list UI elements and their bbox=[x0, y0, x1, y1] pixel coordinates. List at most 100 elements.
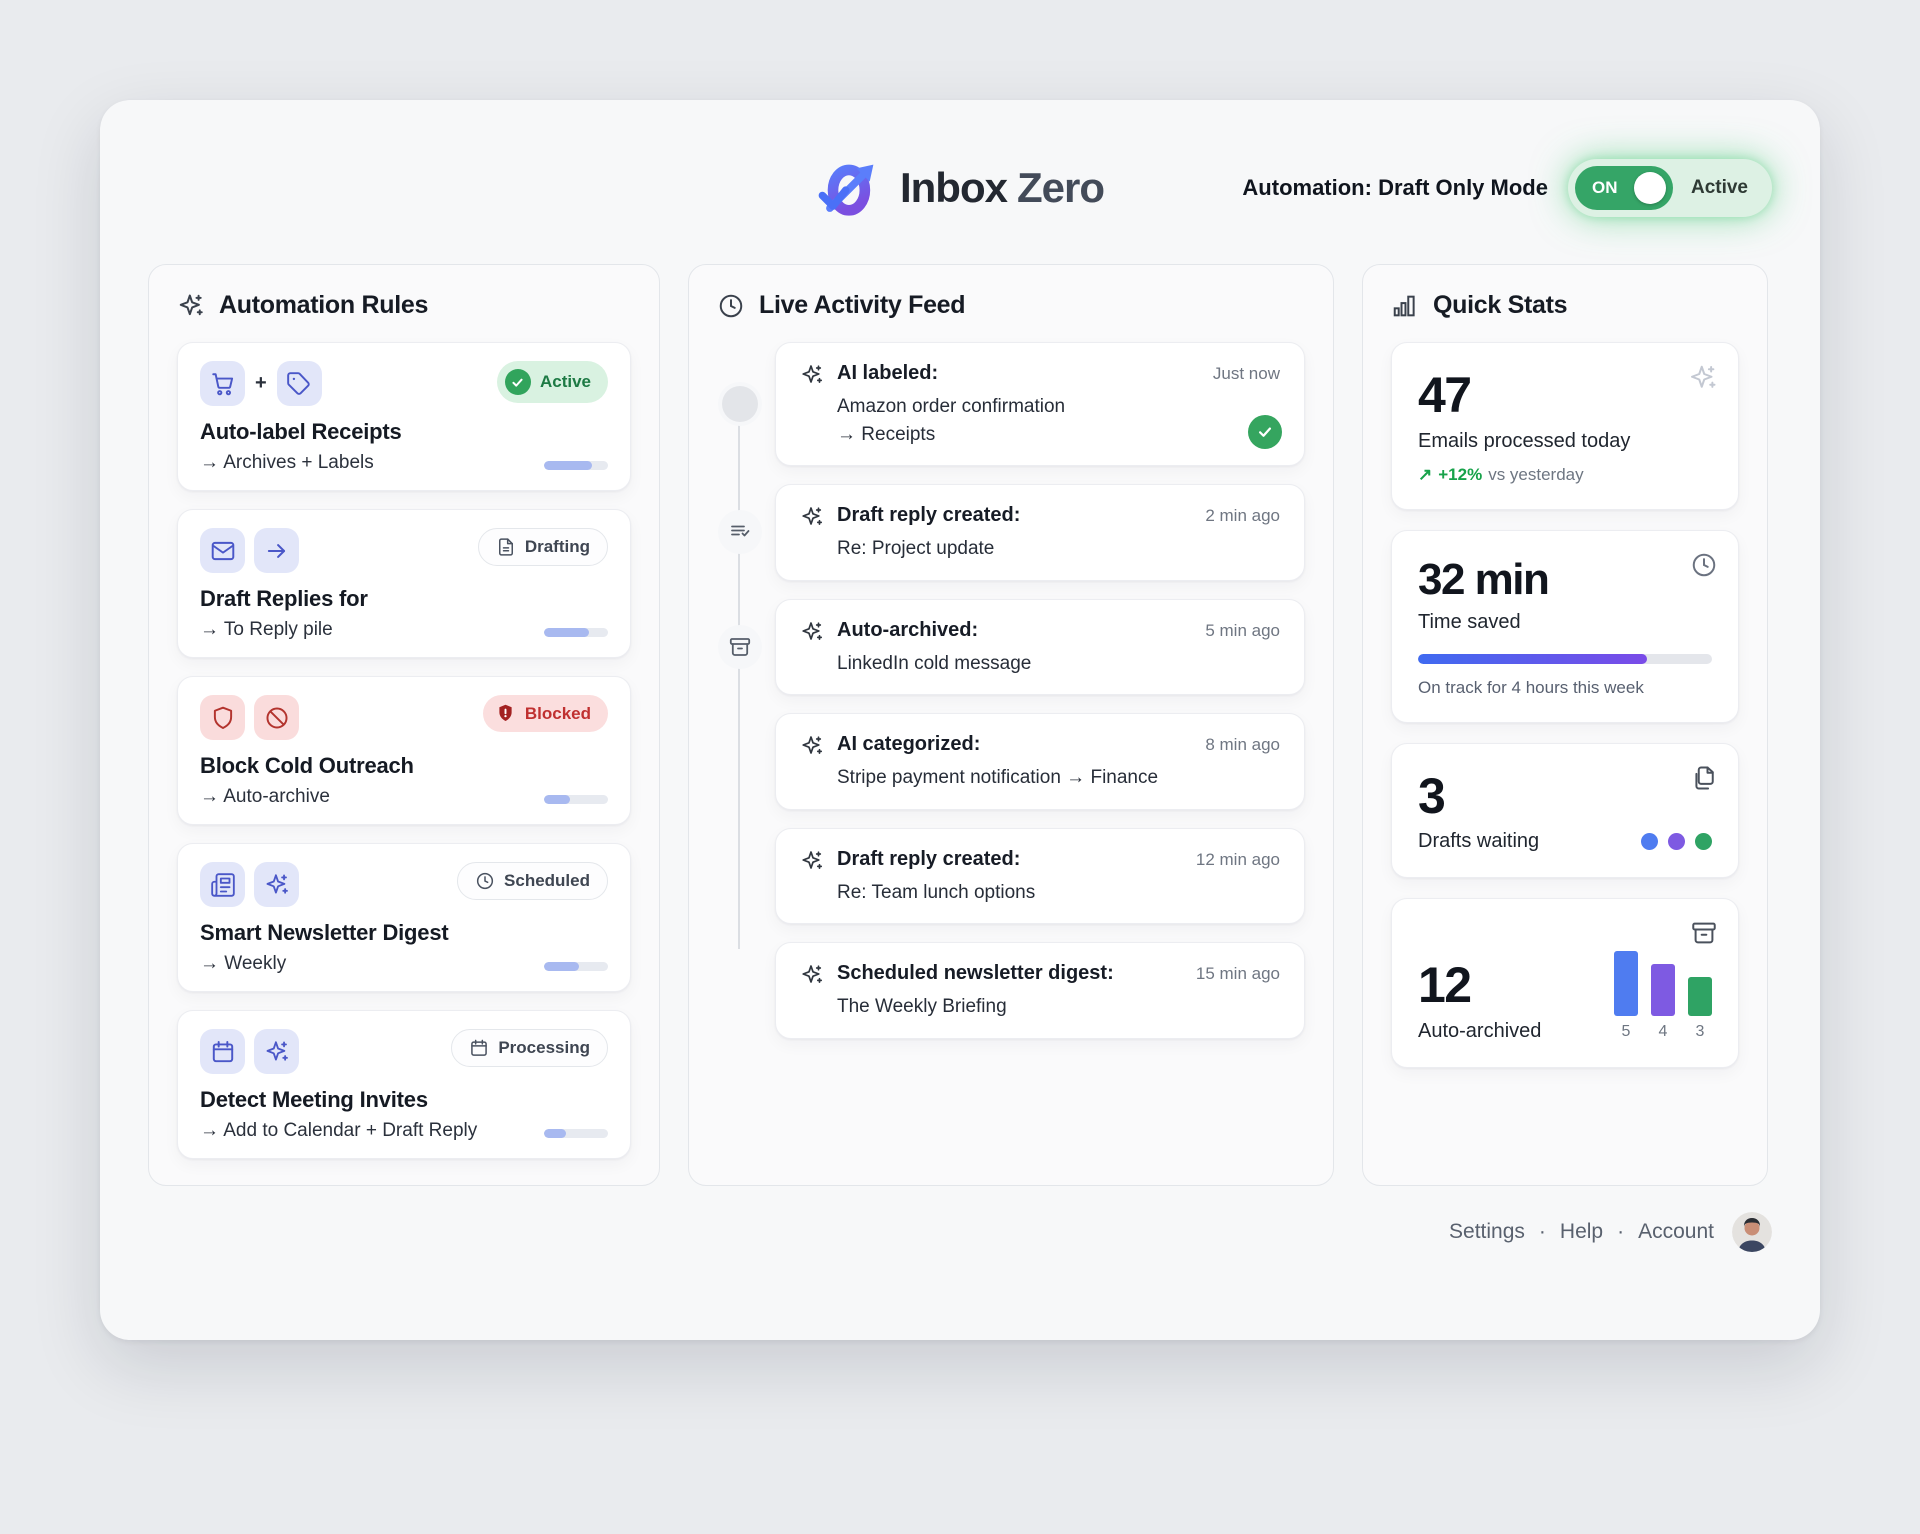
feed-item-line: LinkedIn cold message bbox=[837, 650, 1280, 678]
feed-item-newsletter-digest[interactable]: Scheduled newsletter digest: 15 min ago … bbox=[775, 942, 1305, 1039]
rule-title: Draft Replies for bbox=[200, 586, 608, 612]
sparkles-icon bbox=[800, 849, 824, 873]
file-text-icon bbox=[496, 537, 516, 557]
arrow-right-icon bbox=[254, 528, 299, 573]
help-link[interactable]: Help bbox=[1560, 1220, 1603, 1244]
rule-subtitle: → Auto-archive bbox=[200, 786, 330, 808]
user-avatar[interactable] bbox=[1732, 1212, 1772, 1252]
clock-icon bbox=[717, 292, 745, 320]
timeline-edit-icon bbox=[718, 510, 762, 554]
stat-card-auto-archived: 12 Auto-archived 5 4 bbox=[1391, 898, 1739, 1068]
badge-label: Active bbox=[540, 372, 591, 392]
feed-item-line: → Receipts bbox=[837, 421, 1280, 449]
rule-title: Detect Meeting Invites bbox=[200, 1087, 608, 1113]
stat-card-emails-processed: 47 Emails processed today ↗ +12% vs yest… bbox=[1391, 342, 1739, 510]
chart-bar-blue bbox=[1614, 951, 1638, 1016]
rule-progress-bar bbox=[544, 795, 608, 804]
toggle-status-label: Active bbox=[1691, 177, 1748, 199]
stat-trend: ↗ +12% vs yesterday bbox=[1418, 465, 1712, 485]
status-badge-processing: Processing bbox=[451, 1029, 608, 1067]
feed-panel-header: Live Activity Feed bbox=[717, 291, 1305, 320]
dot-green bbox=[1695, 833, 1712, 850]
feed-item-draft-reply-2[interactable]: Draft reply created: 12 min ago Re: Team… bbox=[775, 828, 1305, 925]
shield-icon bbox=[200, 695, 245, 740]
timeline-dot bbox=[718, 382, 762, 426]
stat-label: Auto-archived bbox=[1418, 1020, 1541, 1043]
feed-item-draft-reply-1[interactable]: Draft reply created: 2 min ago Re: Proje… bbox=[775, 484, 1305, 581]
badge-label: Blocked bbox=[525, 704, 591, 724]
feed-item-time: 15 min ago bbox=[1196, 962, 1280, 984]
rule-subtitle: → Add to Calendar + Draft Reply bbox=[200, 1120, 477, 1142]
rule-icons bbox=[200, 528, 299, 573]
rule-icons bbox=[200, 1029, 299, 1074]
feed-item-title: Draft reply created: bbox=[837, 848, 1020, 871]
badge-label: Processing bbox=[498, 1038, 590, 1058]
feed-item-ai-labeled[interactable]: AI labeled: Just now Amazon order confir… bbox=[775, 342, 1305, 466]
shield-alert-icon bbox=[495, 703, 516, 724]
rule-card-draft-replies[interactable]: Drafting Draft Replies for → To Reply pi… bbox=[177, 509, 631, 658]
rule-progress-bar bbox=[544, 461, 608, 470]
settings-link[interactable]: Settings bbox=[1449, 1220, 1525, 1244]
account-link[interactable]: Account bbox=[1638, 1220, 1714, 1244]
stat-card-time-saved: 32 min Time saved On track for 4 hours t… bbox=[1391, 530, 1739, 723]
chart-bar-label: 4 bbox=[1659, 1023, 1668, 1041]
live-activity-feed-panel: Live Activity Feed AI labeled: Just now … bbox=[688, 264, 1334, 1186]
copy-pages-icon bbox=[1690, 764, 1718, 797]
chart-bar-label: 5 bbox=[1622, 1023, 1631, 1041]
clock-icon bbox=[1690, 551, 1718, 584]
feed-item-title: AI labeled: bbox=[837, 362, 938, 385]
feed-list: AI labeled: Just now Amazon order confir… bbox=[717, 342, 1305, 1039]
bar-chart-icon bbox=[1391, 292, 1419, 320]
calendar-icon bbox=[469, 1038, 489, 1058]
rule-progress-bar bbox=[544, 1129, 608, 1138]
rule-icon-join: + bbox=[255, 372, 267, 395]
feed-item-line: Stripe payment notification → Finance bbox=[837, 764, 1280, 792]
stats-panel-header: Quick Stats bbox=[1391, 291, 1739, 320]
stat-value: 3 bbox=[1418, 770, 1712, 823]
sparkles-icon bbox=[1688, 363, 1718, 398]
clock-icon bbox=[475, 871, 495, 891]
sparkles-icon bbox=[800, 363, 824, 387]
rule-card-newsletter-digest[interactable]: Scheduled Smart Newsletter Digest → Week… bbox=[177, 843, 631, 992]
automation-mode-label: Automation: Draft Only Mode bbox=[1242, 175, 1548, 201]
feed-item-time: 12 min ago bbox=[1196, 848, 1280, 870]
newspaper-icon bbox=[200, 862, 245, 907]
trend-arrow-icon: ↗ bbox=[1418, 465, 1432, 485]
ban-icon bbox=[254, 695, 299, 740]
quick-stats-panel: Quick Stats 47 Emails processed today ↗ … bbox=[1362, 264, 1768, 1186]
sparkles-icon bbox=[177, 292, 205, 320]
sparkles-icon bbox=[800, 963, 824, 987]
feed-item-title: Auto-archived: bbox=[837, 619, 978, 642]
auto-archived-mini-bar-chart: 5 4 3 bbox=[1614, 951, 1712, 1043]
rule-card-block-cold-outreach[interactable]: Blocked Block Cold Outreach → Auto-archi… bbox=[177, 676, 631, 825]
rule-subtitle: → Archives + Labels bbox=[200, 452, 374, 474]
automation-toggle-switch[interactable]: ON bbox=[1575, 166, 1673, 210]
time-saved-progress-bar bbox=[1418, 654, 1712, 664]
footer-separator: · bbox=[1539, 1220, 1546, 1244]
sparkles-icon bbox=[254, 862, 299, 907]
feed-item-title: AI categorized: bbox=[837, 733, 980, 756]
stats-panel-title: Quick Stats bbox=[1433, 291, 1567, 320]
rule-card-auto-label-receipts[interactable]: + Active Auto-label Receipts → Archiv bbox=[177, 342, 631, 491]
feed-item-line: Re: Project update bbox=[837, 535, 1280, 563]
feed-item-time: 8 min ago bbox=[1205, 733, 1280, 755]
rule-card-detect-meeting-invites[interactable]: Processing Detect Meeting Invites → Add … bbox=[177, 1010, 631, 1159]
feed-item-line: Re: Team lunch options bbox=[837, 879, 1280, 907]
toggle-knob[interactable] bbox=[1634, 172, 1666, 204]
stat-label: Emails processed today bbox=[1418, 430, 1712, 453]
timeline-archive-icon bbox=[718, 625, 762, 669]
draft-status-dots bbox=[1641, 833, 1712, 850]
trend-value: +12% bbox=[1438, 465, 1482, 485]
feed-item-body: Amazon order confirmation → Receipts bbox=[837, 393, 1280, 448]
brand-name: InboxZero bbox=[900, 164, 1104, 212]
automation-toggle-pill: ON Active bbox=[1568, 159, 1772, 217]
footer: Settings · Help · Account bbox=[148, 1212, 1772, 1252]
stat-footnote: On track for 4 hours this week bbox=[1418, 678, 1712, 698]
main-grid: Automation Rules + bbox=[148, 264, 1772, 1186]
rule-icons bbox=[200, 862, 299, 907]
feed-item-auto-archived[interactable]: Auto-archived: 5 min ago LinkedIn cold m… bbox=[775, 599, 1305, 696]
feed-item-ai-categorized[interactable]: AI categorized: 8 min ago Stripe payment… bbox=[775, 713, 1305, 810]
archive-icon bbox=[1690, 919, 1718, 952]
rule-progress-bar bbox=[544, 962, 608, 971]
inbox-zero-logo-icon bbox=[816, 154, 884, 222]
